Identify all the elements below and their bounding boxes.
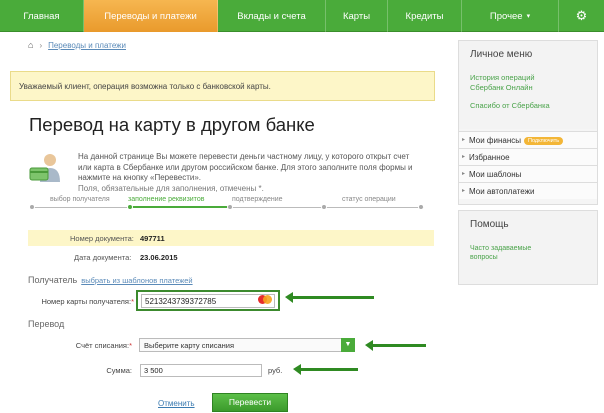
warning-notice: Уважаемый клиент, операция возможна толь…: [10, 71, 435, 101]
tab-label: Прочее: [489, 10, 523, 22]
arrow-icon: [285, 292, 374, 303]
card-number-input[interactable]: 5213243739372785: [141, 294, 275, 308]
page-title: Перевод на карту в другом банке: [29, 114, 315, 135]
document-date-label: Дата документа:: [74, 253, 132, 262]
person-card-icon: [29, 154, 60, 182]
debit-account-label-text: Счёт списания:: [75, 341, 130, 350]
sidebar-item-my-finances[interactable]: ▸ Мои финансы Подключить: [459, 131, 597, 148]
tab-label: Вклады и счета: [237, 10, 306, 22]
required-fields-note: Поля, обязательные для заполнения, отмеч…: [78, 183, 264, 193]
personal-menu: Личное меню История операций Сбербанк Он…: [458, 40, 598, 205]
settings-button[interactable]: ⚙: [559, 0, 604, 32]
step-label-status: статус операции: [342, 196, 396, 203]
step-label-fill-details: заполнение реквизитов: [128, 196, 205, 203]
arrow-icon: [365, 340, 426, 351]
sidebar-item-label: Мои финансы: [469, 136, 521, 145]
chevron-right-icon: ▸: [462, 188, 466, 194]
card-number-highlight: 5213243739372785: [136, 290, 280, 311]
document-date-value: 23.06.2015: [140, 253, 178, 262]
sidebar-item-label: Мои шаблоны: [469, 170, 522, 179]
step-dot: [227, 204, 233, 210]
card-number-label: Номер карты получателя:*: [20, 297, 134, 306]
progress-stepper: выбор получателя заполнение реквизитов п…: [29, 196, 424, 216]
chevron-down-icon[interactable]: ▼: [341, 338, 355, 352]
step-dot: [29, 204, 35, 210]
tab-transfers-payments[interactable]: Переводы и платежи: [84, 0, 218, 32]
currency-label: руб.: [268, 366, 283, 375]
breadcrumb: ⌂ › Переводы и платежи: [28, 40, 126, 50]
transfer-section-title: Перевод: [28, 319, 65, 329]
recipient-section-title: Получатель: [28, 275, 78, 285]
tab-credits[interactable]: Кредиты: [388, 0, 462, 32]
choose-template-link[interactable]: выбрать из шаблонов платежей: [81, 276, 192, 285]
tab-main[interactable]: Главная: [0, 0, 84, 32]
tab-label: Карты: [342, 10, 371, 22]
chevron-right-icon: ▸: [462, 154, 466, 160]
required-mark: *: [131, 297, 134, 306]
thanks-from-sberbank-link[interactable]: Спасибо от Сбербанка: [470, 101, 550, 111]
tab-deposits-accounts[interactable]: Вклады и счета: [218, 0, 326, 32]
chevron-right-icon: ▸: [462, 137, 466, 143]
tab-label: Кредиты: [405, 10, 444, 22]
required-mark: *: [129, 341, 132, 350]
help-panel: Помощь Часто задаваемые вопросы: [458, 210, 598, 285]
cancel-link[interactable]: Отменить: [158, 399, 195, 408]
amount-input[interactable]: 3 500: [140, 364, 262, 377]
intro-description: На данной странице Вы можете перевести д…: [78, 152, 413, 182]
top-navigation: Главная Переводы и платежи Вклады и счет…: [0, 0, 604, 32]
faq-link[interactable]: Часто задаваемые вопросы: [470, 244, 560, 262]
step-dot-active: [127, 204, 133, 210]
chevron-right-icon: ▸: [462, 171, 466, 177]
debit-account-label: Счёт списания:*: [30, 341, 132, 350]
connect-badge[interactable]: Подключить: [523, 136, 564, 145]
transfer-button[interactable]: Перевести: [212, 393, 288, 412]
sidebar-item-favorites[interactable]: ▸ Избранное: [459, 148, 597, 165]
gear-icon: ⚙: [575, 8, 588, 23]
sidebar-item-my-autopayments[interactable]: ▸ Мои автоплатежи: [459, 182, 597, 199]
intro-text: На данной странице Вы можете перевести д…: [78, 152, 423, 194]
personal-menu-title: Личное меню: [470, 49, 533, 60]
step-label-confirmation: подтверждение: [232, 196, 283, 203]
recipient-section: Получатель выбрать из шаблонов платежей: [28, 275, 193, 285]
help-title: Помощь: [470, 219, 509, 230]
sidebar-item-label: Избранное: [469, 153, 510, 162]
tab-label: Переводы и платежи: [104, 10, 197, 22]
amount-label: Сумма:: [106, 366, 132, 375]
step-label-select-recipient: выбор получателя: [50, 196, 110, 203]
step-dot: [418, 204, 424, 210]
arrow-icon: [293, 364, 358, 375]
stepper-line-active: [130, 206, 230, 208]
document-number-value: 497711: [140, 234, 165, 243]
personal-menu-items: ▸ Мои финансы Подключить ▸ Избранное ▸ Мо…: [459, 131, 597, 199]
mastercard-icon: [258, 295, 272, 304]
breadcrumb-link-transfers[interactable]: Переводы и платежи: [48, 41, 126, 50]
chevron-down-icon: ▾: [526, 13, 531, 20]
card-number-label-text: Номер карты получателя:: [41, 297, 132, 306]
step-dot: [321, 204, 327, 210]
document-number-label: Номер документа:: [70, 234, 134, 243]
sidebar-item-label: Мои автоплатежи: [469, 187, 535, 196]
breadcrumb-separator: ›: [39, 40, 43, 50]
home-icon[interactable]: ⌂: [28, 40, 33, 50]
debit-account-placeholder: Выберите карту списания: [144, 341, 235, 350]
tab-label: Главная: [23, 10, 60, 22]
tab-other[interactable]: Прочее ▾: [462, 0, 559, 32]
sidebar-item-my-templates[interactable]: ▸ Мои шаблоны: [459, 165, 597, 182]
debit-account-select[interactable]: Выберите карту списания ▼: [139, 338, 355, 352]
operation-history-link[interactable]: История операций Сбербанк Онлайн: [470, 73, 570, 93]
tab-cards[interactable]: Карты: [326, 0, 388, 32]
